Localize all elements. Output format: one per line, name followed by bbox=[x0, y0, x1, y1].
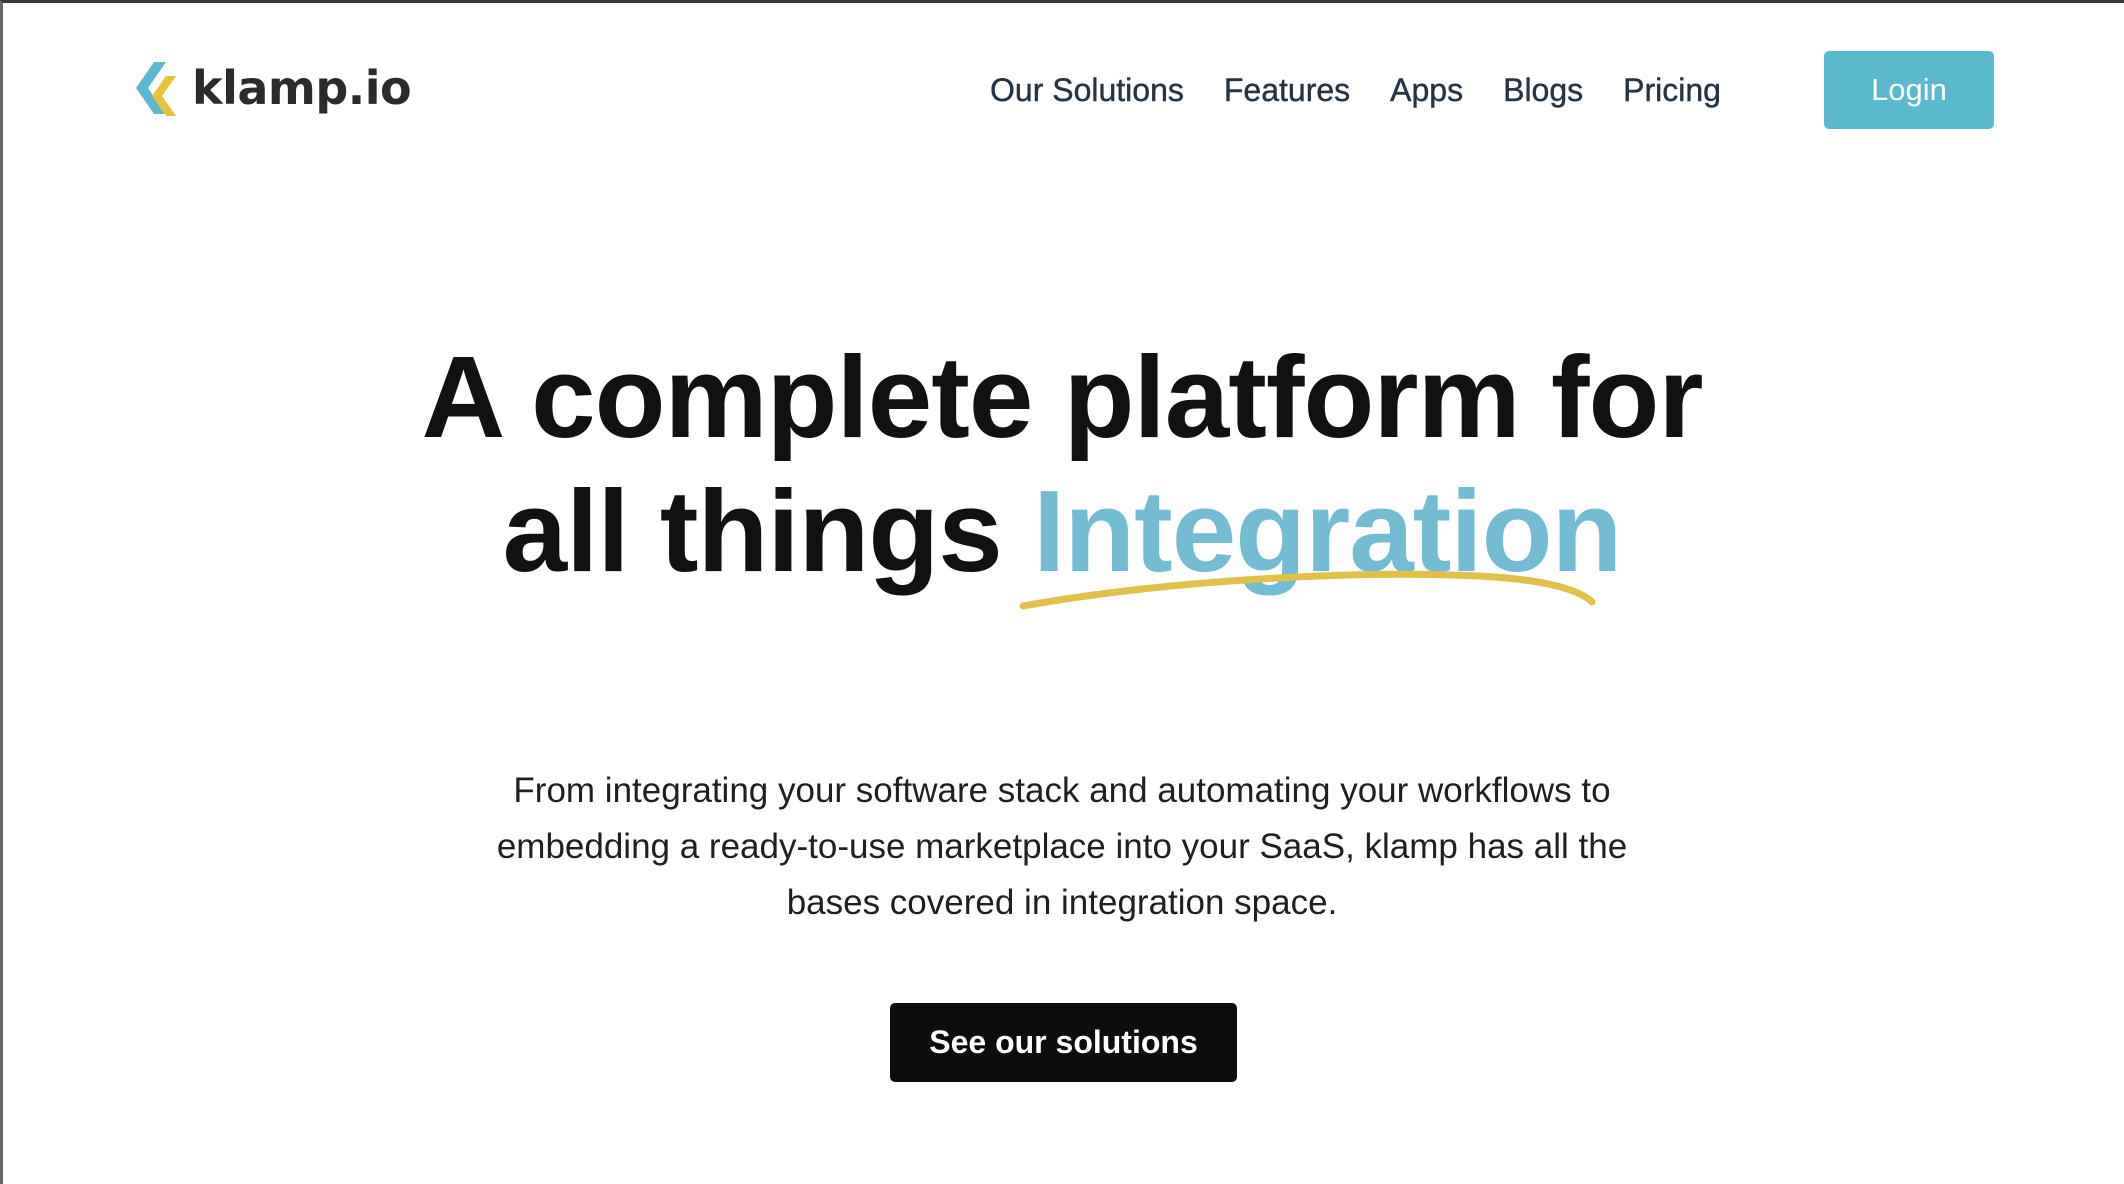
login-button[interactable]: Login bbox=[1824, 51, 1994, 129]
brand-name: klamp.io bbox=[192, 61, 412, 115]
klamp-logo-icon bbox=[136, 62, 176, 116]
nav-item-blogs[interactable]: Blogs bbox=[1503, 71, 1583, 109]
nav-item-features[interactable]: Features bbox=[1224, 71, 1351, 109]
brand-logo[interactable]: klamp.io bbox=[132, 58, 412, 118]
underline-swoosh bbox=[1019, 570, 1596, 610]
nav-item-pricing[interactable]: Pricing bbox=[1623, 71, 1721, 109]
hero-title-prefix: all things bbox=[502, 466, 1003, 596]
nav-item-our-solutions[interactable]: Our Solutions bbox=[990, 71, 1184, 109]
hero-description: From integrating your software stack and… bbox=[496, 771, 1628, 922]
site-header: klamp.io Our Solutions Features Apps Blo… bbox=[0, 0, 2124, 180]
main-nav: Our Solutions Features Apps Blogs Pricin… bbox=[990, 68, 1721, 112]
nav-item-apps[interactable]: Apps bbox=[1390, 71, 1463, 109]
hero-title: A complete platform for all things Integ… bbox=[0, 330, 2124, 598]
see-solutions-button[interactable]: See our solutions bbox=[890, 1003, 1237, 1082]
hero-title-line-1: A complete platform for bbox=[421, 332, 1703, 462]
